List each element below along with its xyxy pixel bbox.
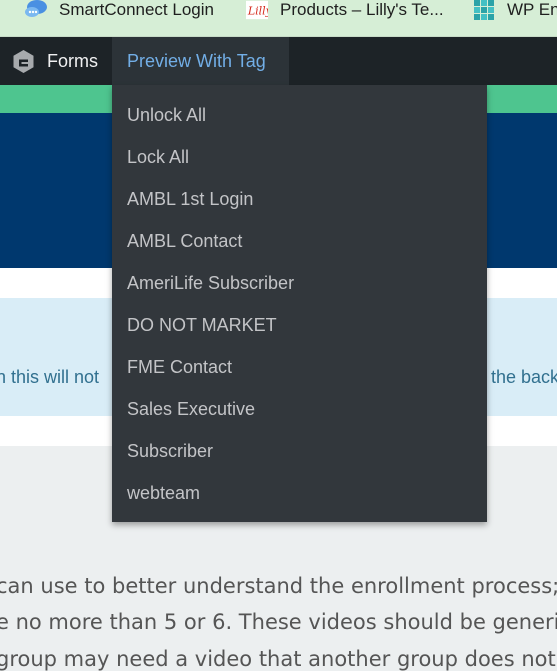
menu-item-ambl-1st-login[interactable]: AMBL 1st Login (127, 178, 253, 220)
forms-label: Forms (47, 50, 98, 71)
menu-item-sales-executive[interactable]: Sales Executive (127, 388, 255, 430)
bookmark-smartconnect[interactable]: SmartConnect Login (25, 0, 214, 20)
menu-item-webteam[interactable]: webteam (127, 472, 200, 514)
admin-bar: Forms Preview With Tag (0, 37, 557, 85)
bookmarks-bar: SmartConnect Login Lilly Products – Lill… (0, 0, 557, 37)
paragraph-line: group may need a video that another grou… (0, 647, 557, 671)
gravity-forms-icon (11, 49, 36, 74)
menu-item-amerilife-subscriber[interactable]: AmeriLife Subscriber (127, 262, 294, 304)
menu-item-unlock-all[interactable]: Unlock All (127, 94, 206, 136)
paragraph-line: e no more than 5 or 6. These videos shou… (0, 610, 557, 634)
bookmark-lilly-products[interactable]: Lilly Products – Lilly's Te... (246, 0, 444, 20)
chat-bubbles-icon (25, 0, 47, 20)
menu-item-ambl-contact[interactable]: AMBL Contact (127, 220, 242, 262)
paragraph-line: can use to better understand the enrollm… (0, 574, 557, 598)
bookmark-wp[interactable]: WP En (473, 0, 557, 20)
notice-text-right: the back (491, 367, 557, 387)
menu-item-subscriber[interactable]: Subscriber (127, 430, 213, 472)
preview-with-tag-dropdown: Unlock All Lock All AMBL 1st Login AMBL … (112, 85, 487, 522)
grid-icon (473, 0, 495, 20)
lilly-logo-icon: Lilly (246, 0, 268, 20)
preview-with-tag-label: Preview With Tag (127, 50, 266, 71)
forms-menu[interactable]: Forms (0, 37, 98, 85)
menu-item-do-not-market[interactable]: DO NOT MARKET (127, 304, 277, 346)
bookmark-label: Products – Lilly's Te... (280, 0, 444, 19)
menu-item-fme-contact[interactable]: FME Contact (127, 346, 232, 388)
preview-with-tag-menu[interactable]: Preview With Tag (112, 37, 289, 85)
svg-text:Lilly: Lilly (247, 5, 268, 18)
menu-item-lock-all[interactable]: Lock All (127, 136, 189, 178)
notice-text-left: n this will not (0, 367, 100, 387)
bookmark-label: SmartConnect Login (59, 0, 214, 19)
bookmark-label: WP En (507, 0, 557, 19)
